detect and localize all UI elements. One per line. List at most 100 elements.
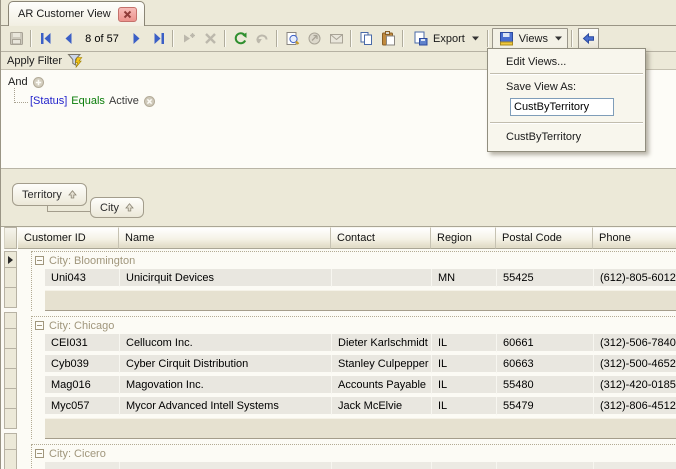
cell-customer-id[interactable]: Myc057 bbox=[45, 397, 120, 416]
group-row[interactable]: City: Cicero bbox=[32, 445, 676, 462]
cell-postal-code[interactable]: 60661 bbox=[497, 334, 594, 353]
cell-phone[interactable]: (612)-805-6012 bbox=[594, 269, 676, 288]
row-selector[interactable] bbox=[4, 267, 17, 288]
cell-phone[interactable]: (312)-500-4652 bbox=[594, 355, 676, 374]
row-selector[interactable] bbox=[4, 287, 17, 308]
save-view-as-input[interactable] bbox=[510, 98, 614, 116]
cell-postal-code[interactable]: 55479 bbox=[497, 397, 594, 416]
group-footer-row[interactable] bbox=[45, 290, 676, 310]
cell-name[interactable]: Magovation Inc. bbox=[120, 376, 332, 395]
column-header-contact[interactable]: Contact bbox=[331, 227, 431, 249]
table-row[interactable]: Uni043 Unicirquit Devices MN 55425 (612)… bbox=[45, 269, 676, 290]
cell-region[interactable]: MN bbox=[432, 269, 497, 288]
filter-conjunction[interactable]: And bbox=[8, 76, 28, 88]
cell-phone[interactable]: (312)-506-7840 bbox=[594, 334, 676, 353]
filter-operator[interactable]: Equals bbox=[71, 95, 105, 107]
menu-item-edit-views[interactable]: Edit Views... bbox=[488, 51, 645, 72]
row-selector-header[interactable] bbox=[4, 227, 17, 249]
cell-region[interactable]: IL bbox=[432, 376, 497, 395]
cell-postal-code[interactable] bbox=[497, 462, 594, 469]
group-footer-row[interactable] bbox=[45, 418, 676, 438]
add-condition-icon[interactable] bbox=[33, 77, 44, 88]
cell-contact[interactable] bbox=[332, 269, 432, 288]
export-button[interactable]: Export bbox=[407, 28, 484, 49]
toolbar-separator bbox=[350, 30, 352, 47]
row-selector[interactable] bbox=[4, 433, 17, 450]
row-selector[interactable] bbox=[4, 312, 17, 329]
previous-record-button[interactable] bbox=[57, 29, 79, 49]
cell-region[interactable]: IL bbox=[432, 334, 497, 353]
table-row[interactable]: Mag016 Magovation Inc. Accounts Payable … bbox=[45, 376, 676, 397]
refresh-button[interactable] bbox=[229, 29, 251, 49]
row-selector[interactable] bbox=[4, 449, 17, 469]
cell-name[interactable]: Cellucom Inc. bbox=[120, 334, 332, 353]
row-selector[interactable] bbox=[4, 348, 17, 369]
paste-button[interactable] bbox=[377, 29, 399, 49]
cell-contact[interactable]: Stanley Culpepper bbox=[332, 355, 432, 374]
cell-region[interactable] bbox=[432, 462, 497, 469]
cell-region[interactable]: IL bbox=[432, 355, 497, 374]
cell-contact[interactable] bbox=[332, 462, 432, 469]
filter-icon[interactable] bbox=[67, 53, 83, 68]
filter-value[interactable]: Active bbox=[109, 95, 139, 107]
cell-region[interactable]: IL bbox=[432, 397, 497, 416]
cell-contact[interactable]: Jack McElvie bbox=[332, 397, 432, 416]
cell-phone[interactable]: (312)-806-4512 bbox=[594, 397, 676, 416]
column-header-region[interactable]: Region bbox=[431, 227, 496, 249]
cell-name[interactable]: Mycor Advanced Intell Systems bbox=[120, 397, 332, 416]
last-record-button[interactable] bbox=[147, 29, 169, 49]
delete-record-button[interactable] bbox=[199, 29, 221, 49]
row-selector[interactable] bbox=[4, 388, 17, 409]
save-button[interactable] bbox=[5, 29, 27, 49]
cell-contact[interactable]: Dieter Karlschmidt bbox=[332, 334, 432, 353]
row-selector-current[interactable] bbox=[4, 251, 17, 268]
cell-postal-code[interactable]: 55480 bbox=[497, 376, 594, 395]
collapse-group-icon[interactable] bbox=[35, 449, 44, 458]
cell-name[interactable]: Unicirquit Devices bbox=[120, 269, 332, 288]
table-row[interactable] bbox=[45, 462, 676, 469]
cell-postal-code[interactable]: 55425 bbox=[497, 269, 594, 288]
tab-ar-customer-view[interactable]: AR Customer View bbox=[8, 1, 145, 26]
group-row[interactable]: City: Bloomington bbox=[32, 252, 676, 269]
print-preview-button[interactable] bbox=[281, 29, 303, 49]
group-row[interactable]: City: Chicago bbox=[32, 317, 676, 334]
table-row[interactable]: CEI031 Cellucom Inc. Dieter Karlschmidt … bbox=[45, 334, 676, 355]
cell-contact[interactable]: Accounts Payable bbox=[332, 376, 432, 395]
column-header-customer-id[interactable]: Customer ID bbox=[18, 227, 119, 249]
cell-phone[interactable] bbox=[594, 462, 676, 469]
collapse-group-icon[interactable] bbox=[35, 256, 44, 265]
new-record-button[interactable] bbox=[177, 29, 199, 49]
cell-customer-id[interactable] bbox=[45, 462, 120, 469]
row-selector[interactable] bbox=[4, 368, 17, 389]
next-record-button[interactable] bbox=[125, 29, 147, 49]
table-row[interactable]: Cyb039 Cyber Cirquit Distribution Stanle… bbox=[45, 355, 676, 376]
cell-name[interactable]: Cyber Cirquit Distribution bbox=[120, 355, 332, 374]
table-row[interactable]: Myc057 Mycor Advanced Intell Systems Jac… bbox=[45, 397, 676, 418]
first-record-button[interactable] bbox=[35, 29, 57, 49]
copy-button[interactable] bbox=[355, 29, 377, 49]
filter-field[interactable]: [Status] bbox=[30, 95, 67, 107]
group-by-territory[interactable]: Territory bbox=[12, 183, 87, 206]
properties-button[interactable] bbox=[303, 29, 325, 49]
cell-customer-id[interactable]: Uni043 bbox=[45, 269, 120, 288]
views-button[interactable]: Views bbox=[492, 28, 568, 49]
column-header-phone[interactable]: Phone bbox=[593, 227, 676, 249]
cell-phone[interactable]: (312)-420-0185 bbox=[594, 376, 676, 395]
collapse-group-icon[interactable] bbox=[35, 321, 44, 330]
undo-button[interactable] bbox=[251, 29, 273, 49]
mail-button[interactable] bbox=[325, 29, 347, 49]
close-tab-button[interactable] bbox=[118, 7, 137, 22]
row-selector[interactable] bbox=[4, 328, 17, 349]
cell-customer-id[interactable]: Mag016 bbox=[45, 376, 120, 395]
remove-condition-icon[interactable] bbox=[144, 96, 155, 107]
cell-name[interactable] bbox=[120, 462, 332, 469]
row-selector[interactable] bbox=[4, 408, 17, 429]
cell-customer-id[interactable]: Cyb039 bbox=[45, 355, 120, 374]
cell-postal-code[interactable]: 60663 bbox=[497, 355, 594, 374]
column-header-name[interactable]: Name bbox=[119, 227, 331, 249]
apply-view-button[interactable] bbox=[578, 28, 599, 49]
cell-customer-id[interactable]: CEI031 bbox=[45, 334, 120, 353]
column-header-postal-code[interactable]: Postal Code bbox=[496, 227, 593, 249]
menu-item-saved-view[interactable]: CustByTerritory bbox=[488, 125, 645, 149]
group-by-city[interactable]: City bbox=[90, 197, 144, 218]
